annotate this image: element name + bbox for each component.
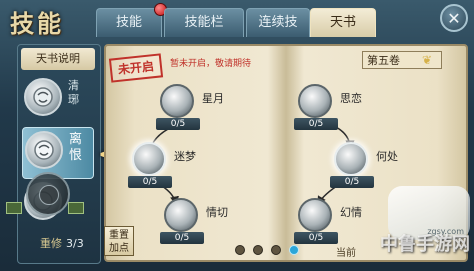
talent-node-huanqing[interactable]: 幻情 0/5 <box>294 198 388 244</box>
talent-node-silian[interactable]: 思恋 0/5 <box>294 84 388 130</box>
talent-progress: 0/5 <box>294 118 338 130</box>
close-icon: ✕ <box>447 9 461 28</box>
talent-icon <box>132 142 166 176</box>
battery-icon <box>68 202 84 214</box>
page-dot[interactable] <box>271 245 281 255</box>
talent-icon <box>298 84 332 118</box>
tab-label: 连续技 <box>258 15 298 30</box>
tab-label: 技能 <box>115 15 142 30</box>
tab-tianshu[interactable]: 天书 <box>310 8 376 37</box>
page-dot-current[interactable] <box>289 245 299 255</box>
talent-icon <box>164 198 198 232</box>
tab-combo[interactable]: 连续技 <box>246 8 310 37</box>
repair-count: 3/3 <box>66 237 84 250</box>
talent-name: 情切 <box>206 206 228 219</box>
page-dot[interactable] <box>253 245 263 255</box>
tab-label: 天书 <box>329 15 356 30</box>
tab-skill[interactable]: 技能 <box>96 3 167 37</box>
close-button[interactable]: ✕ <box>440 4 468 32</box>
window-title: 技能 <box>10 9 64 38</box>
talent-progress: 0/5 <box>330 176 374 188</box>
talent-name: 幻情 <box>340 206 362 219</box>
skill-name: 离 恨 <box>69 132 83 163</box>
repair-label: 重修 <box>40 237 62 250</box>
current-label: 当前 <box>336 248 356 259</box>
skill-name: 清 琊 <box>68 79 79 106</box>
skill-list-panel: 天书说明 清 琊 离 恨 <box>17 44 101 264</box>
talent-progress: 0/5 <box>294 232 338 244</box>
skill-slot-liheng[interactable]: 离 恨 <box>22 127 94 179</box>
talent-node-xingyue[interactable]: 星月 0/5 <box>156 84 250 130</box>
talent-icon <box>298 198 332 232</box>
face-icon <box>24 78 62 116</box>
tab-skill-bar[interactable]: 技能栏 <box>164 8 244 37</box>
talent-name: 思恋 <box>340 92 362 105</box>
talent-progress: 0/5 <box>160 232 204 244</box>
tianshu-explain-button[interactable]: 天书说明 <box>21 48 95 70</box>
watermark-text: 中鲁手游网 <box>380 234 470 255</box>
talent-name: 何处 <box>376 150 398 163</box>
battery-icon <box>6 202 22 214</box>
talent-progress: 0/5 <box>128 176 172 188</box>
tab-label: 技能栏 <box>184 15 224 30</box>
talent-node-hechu[interactable]: 何处 0/5 <box>330 142 424 188</box>
talent-name: 迷梦 <box>174 150 196 163</box>
page-dot[interactable] <box>235 245 245 255</box>
talent-icon <box>334 142 368 176</box>
virtual-joystick[interactable] <box>26 172 70 216</box>
reset-points-button[interactable]: 重置 加点 <box>104 226 134 256</box>
joystick-knob[interactable] <box>39 185 59 205</box>
skill-slot-qingya[interactable]: 清 琊 <box>22 75 92 125</box>
face-icon <box>25 131 63 169</box>
talent-icon <box>160 84 194 118</box>
talent-node-mimeng[interactable]: 迷梦 0/5 <box>128 142 222 188</box>
talent-progress: 0/5 <box>156 118 200 130</box>
talent-node-qingqie[interactable]: 情切 0/5 <box>160 198 254 244</box>
repair-row[interactable]: 重修 3/3 <box>20 236 94 252</box>
talent-name: 星月 <box>202 92 224 105</box>
